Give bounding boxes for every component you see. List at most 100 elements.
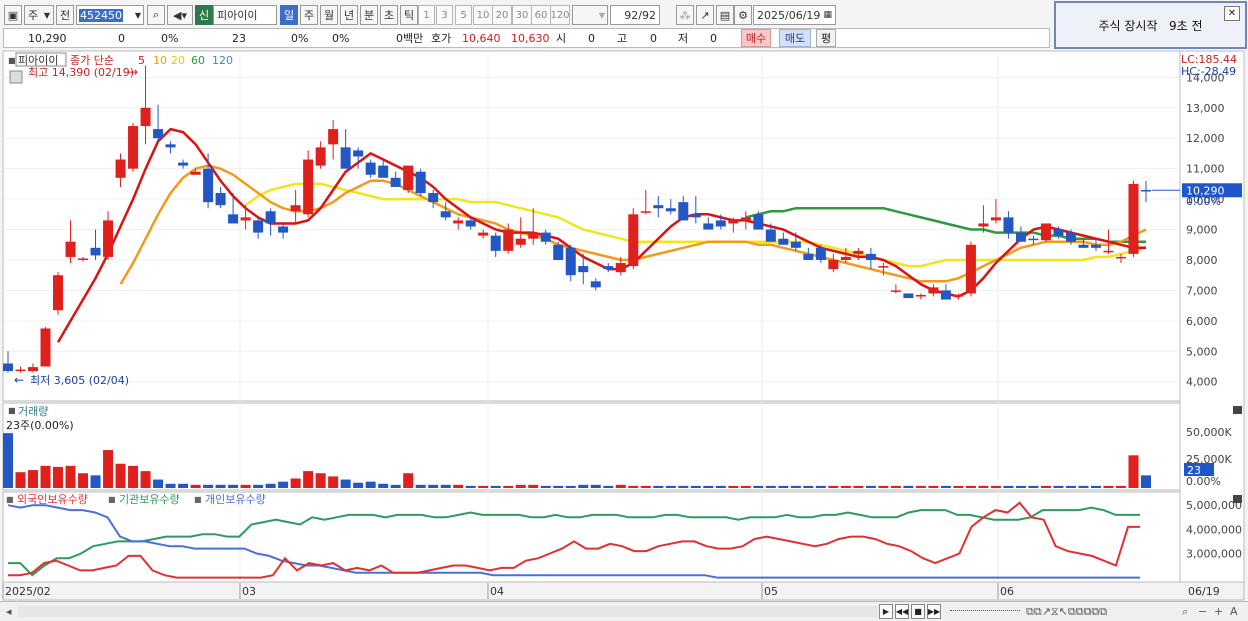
panel-dot-icon: ■	[8, 406, 16, 415]
stock-name-field[interactable]: 피아이이	[213, 5, 277, 25]
sell-button[interactable]: 매도	[779, 29, 811, 47]
volume-bar	[903, 485, 914, 488]
candle-body	[1028, 238, 1039, 241]
zoom-slider[interactable]	[950, 610, 1020, 614]
count-select[interactable]: ▼	[572, 5, 608, 25]
tool-icon[interactable]: ⁂	[676, 5, 694, 25]
close-icon[interactable]: ✕	[1224, 6, 1240, 21]
volume-bar	[178, 483, 189, 488]
candle-body	[240, 217, 251, 221]
period-tab[interactable]: 틱	[400, 5, 418, 25]
volume-bar	[453, 484, 464, 488]
buy-button[interactable]: 매수	[741, 29, 771, 47]
candle-body	[78, 258, 89, 260]
pct-zero: 0.00%	[1186, 195, 1221, 208]
panel-close-icon[interactable]	[1233, 406, 1242, 414]
quote-change-pct: 0%	[161, 31, 179, 45]
interval-button[interactable]: 5	[455, 5, 472, 25]
candle-body	[278, 226, 289, 233]
stock-chart[interactable]: 14,00013,00012,00011,00010,0009,0008,000…	[0, 50, 1248, 601]
volume-bar	[15, 472, 26, 488]
play-icon[interactable]: ▶	[879, 604, 893, 619]
eval-button[interactable]: 평	[816, 29, 836, 47]
volume-bar	[403, 473, 414, 488]
interval-button[interactable]: 20	[492, 5, 512, 25]
prev-button[interactable]: 전	[56, 5, 74, 25]
minus-icon[interactable]: −	[1198, 604, 1207, 619]
speaker-icon[interactable]: ◀▾	[167, 5, 193, 25]
y-tick-label: 8,000	[1186, 254, 1218, 267]
candle-body	[628, 214, 639, 267]
quote-price: 10,290	[28, 31, 67, 45]
candle-body	[728, 220, 739, 224]
period-tab[interactable]: 분	[360, 5, 378, 25]
interval-button[interactable]: 1	[418, 5, 435, 25]
volume-bar	[553, 485, 564, 488]
save-icon[interactable]: ▤	[716, 5, 734, 25]
candle-body	[1090, 244, 1101, 248]
plus-icon[interactable]: +	[1214, 604, 1223, 619]
date-field[interactable]: 2025/06/19 ▦	[753, 5, 836, 25]
search-icon[interactable]: ⌕	[147, 5, 165, 25]
font-icon[interactable]: A	[1230, 604, 1238, 619]
period-tab[interactable]: 년	[340, 5, 358, 25]
scroll-left-icon[interactable]: ◂	[6, 604, 12, 619]
period-tab[interactable]: 초	[380, 5, 398, 25]
layout-icon[interactable]: ▣	[4, 5, 22, 25]
ma-period-label: 10	[153, 54, 167, 67]
quote-v1: 0%	[291, 31, 309, 45]
candle-body	[528, 232, 539, 239]
candle-body	[853, 250, 864, 254]
volume-bar	[340, 479, 351, 488]
period-select[interactable]: 주 ▼	[24, 5, 54, 25]
candle-body	[128, 126, 139, 169]
rewind-icon[interactable]: ◀◀	[895, 604, 909, 619]
count-field[interactable]: 92/92	[610, 5, 660, 25]
volume-bar	[978, 485, 989, 488]
volume-bar	[265, 483, 276, 488]
candle-body	[465, 220, 476, 227]
chevron-down-icon[interactable]: ▼	[135, 11, 141, 20]
arrow-right-icon: →	[128, 65, 138, 79]
stop-icon[interactable]: ■	[911, 604, 925, 619]
interval-button[interactable]: 10	[473, 5, 493, 25]
candle-body	[953, 294, 964, 297]
horizontal-scrollbar[interactable]	[18, 606, 878, 617]
gear-icon[interactable]: ⚙	[734, 5, 752, 25]
period-tab[interactable]: 주	[300, 5, 318, 25]
panel-dot-icon: ■	[8, 56, 16, 65]
draw-icon[interactable]: ↗	[696, 5, 714, 25]
tool-icons[interactable]: ⧉⧉↗⧖↖⧉⧉⧉⧉⧉	[1026, 604, 1107, 619]
calendar-icon[interactable]: ▦	[823, 10, 832, 20]
volume-bar	[665, 485, 676, 488]
period-tab[interactable]: 월	[320, 5, 338, 25]
candle-body	[765, 229, 776, 242]
stock-code-field[interactable]: 452450 ▼	[76, 5, 144, 25]
forward-icon[interactable]: ▶▶	[927, 604, 941, 619]
date-value: 2025/06/19	[757, 8, 821, 22]
volume-bar	[465, 485, 476, 488]
y-tick-label: 9,000	[1186, 224, 1218, 237]
candle-body	[115, 159, 126, 178]
volume-title: 거래량	[18, 405, 48, 418]
high-note: 최고 14,390 (02/19)	[28, 66, 134, 79]
period-tab[interactable]: 일	[280, 5, 298, 25]
candle-body	[1053, 229, 1064, 236]
candle-body	[503, 229, 514, 251]
interval-button[interactable]: 30	[512, 5, 532, 25]
volume-tick-label: 50,000K	[1186, 426, 1232, 439]
candle-body	[690, 214, 701, 218]
x-axis-label: 04	[490, 585, 504, 598]
candle-body	[665, 208, 676, 212]
interval-button[interactable]: 60	[531, 5, 551, 25]
calendar-icon[interactable]	[9, 70, 23, 84]
volume-bar	[690, 485, 701, 488]
interval-button[interactable]: 3	[436, 5, 453, 25]
candle-body	[178, 162, 189, 166]
panel-close-icon[interactable]	[1233, 495, 1242, 503]
interval-button[interactable]: 120	[550, 5, 570, 25]
volume-bar	[765, 485, 776, 488]
x-axis-label: 03	[242, 585, 256, 598]
high-label: 고	[617, 32, 628, 45]
zoom-out-icon[interactable]: ⌕	[1182, 604, 1188, 619]
